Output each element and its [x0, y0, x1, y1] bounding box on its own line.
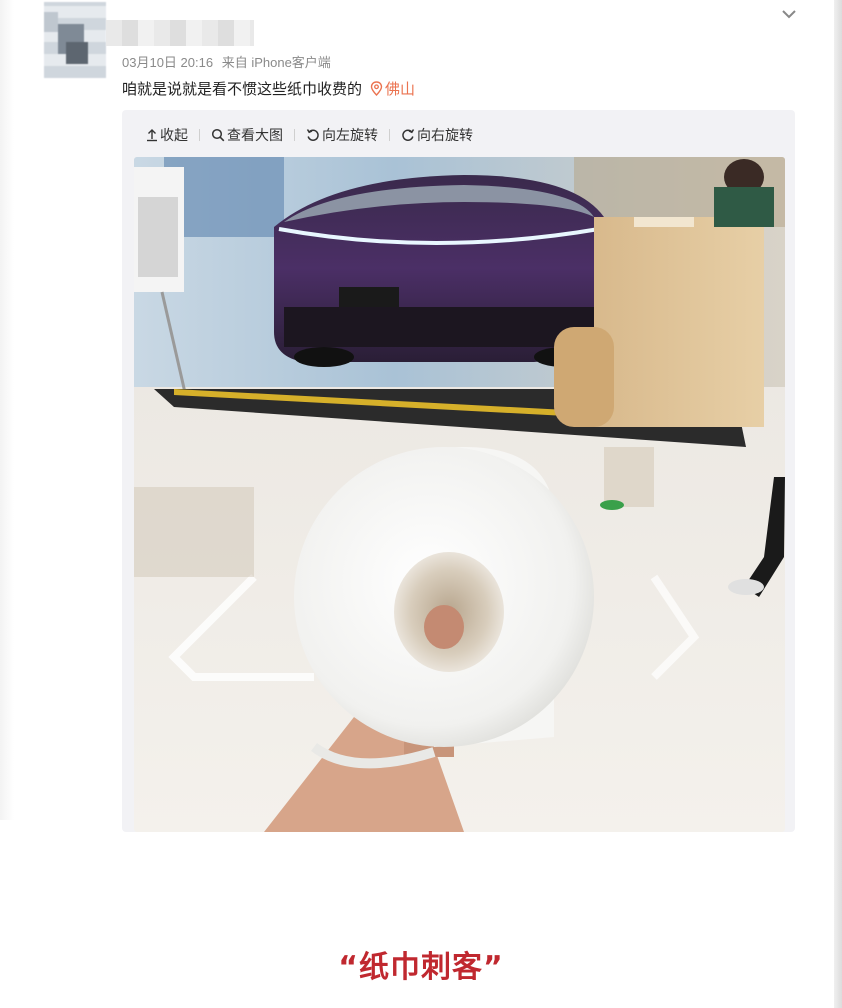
avatar[interactable] [44, 2, 106, 78]
media-panel: 收起 查看大图 向左旋转 向右旋转 [122, 110, 795, 832]
view-large-button[interactable]: 查看大图 [211, 125, 283, 145]
rotate-right-icon [402, 129, 415, 141]
toolbar-divider [199, 129, 200, 141]
collapse-button[interactable]: 收起 [146, 125, 188, 145]
rotate-left-label: 向左旋转 [322, 127, 378, 143]
photo-image [134, 157, 785, 832]
search-icon [211, 128, 225, 142]
collapse-icon [147, 129, 157, 142]
image-toolbar: 收起 查看大图 向左旋转 向右旋转 [146, 124, 473, 146]
post-body: 咱就是说就是看不惯这些纸巾收费的 佛山 [122, 78, 415, 99]
post-photo[interactable] [134, 157, 785, 832]
post-meta: 03月10日 20:16 来自 iPhone客户端 [122, 52, 336, 71]
page-edge-right [834, 0, 842, 1008]
location-label: 佛山 [385, 81, 416, 98]
post-text: 咱就是说就是看不惯这些纸巾收费的 [122, 81, 363, 98]
caption-title: “纸巾刺客” [338, 950, 504, 985]
chevron-down-icon [782, 10, 796, 19]
rotate-right-button[interactable]: 向右旋转 [401, 125, 473, 145]
collapse-label: 收起 [160, 127, 188, 143]
page-edge-left [0, 0, 14, 820]
rotate-left-icon [306, 129, 319, 141]
view-large-label: 查看大图 [227, 127, 283, 143]
rotate-left-button[interactable]: 向左旋转 [306, 125, 378, 145]
toolbar-divider [389, 129, 390, 141]
post-menu-button[interactable] [776, 2, 802, 26]
post-source: 来自 iPhone客户端 [221, 55, 331, 70]
map-pin-icon [370, 81, 383, 96]
rotate-right-label: 向右旋转 [417, 127, 473, 143]
username-blurred[interactable] [106, 20, 254, 46]
location-link[interactable]: 佛山 [370, 78, 415, 99]
toolbar-divider [294, 129, 295, 141]
post-timestamp[interactable]: 03月10日 20:16 [122, 55, 213, 70]
